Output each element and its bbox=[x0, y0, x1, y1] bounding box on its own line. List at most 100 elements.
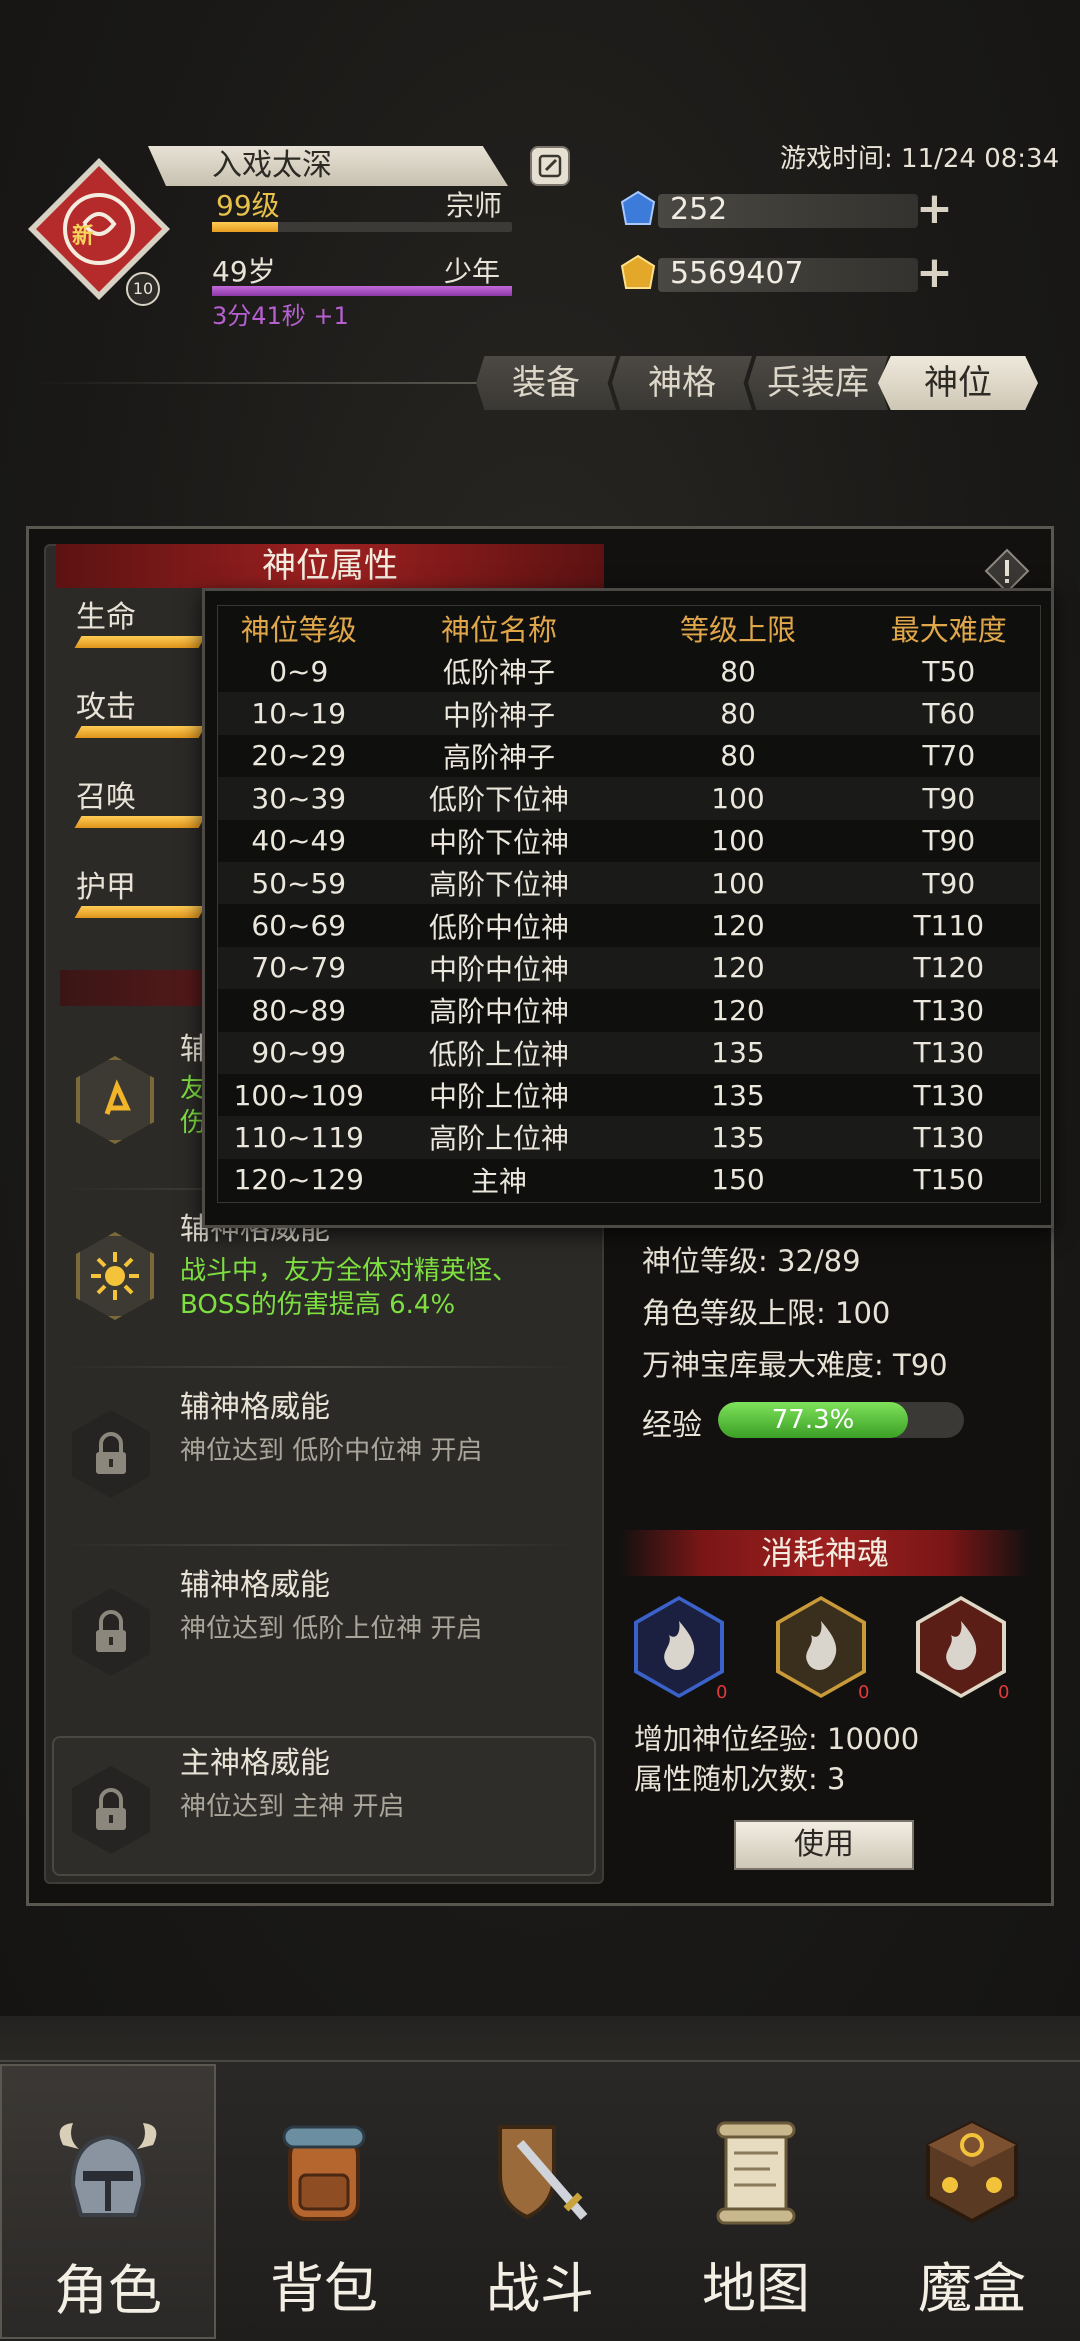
flame-soul-icon bbox=[664, 1621, 695, 1670]
cell: 主神 bbox=[470, 1164, 527, 1198]
row-divider bbox=[60, 1544, 580, 1546]
cell: T50 bbox=[922, 654, 976, 688]
cell: 120 bbox=[711, 909, 765, 943]
nav-map-label: 地图 bbox=[702, 2257, 810, 2320]
cell: 120~129 bbox=[233, 1163, 364, 1197]
cell: 100 bbox=[711, 824, 765, 858]
table-row: 100~109 中阶上位神 135 T130 bbox=[218, 1074, 1040, 1116]
cell: T150 bbox=[913, 1163, 985, 1197]
tab-godhood[interactable]: 神格 bbox=[612, 356, 752, 410]
table-row: 0~9 低阶神子 80 T50 bbox=[218, 650, 1040, 692]
cell: 80 bbox=[618, 692, 858, 735]
cell: T130 bbox=[913, 1078, 985, 1112]
table-row: 50~59 高阶下位神 100 T90 bbox=[218, 861, 1040, 905]
tab-divine-rank[interactable]: 神位 bbox=[878, 356, 1038, 410]
gem-currency: 252 + bbox=[618, 187, 958, 231]
ability-5-desc: 神位达到 主神 开启 bbox=[180, 1792, 405, 1822]
cell: T110 bbox=[913, 909, 985, 943]
cell: 中阶下位神 bbox=[428, 825, 569, 859]
pencil-icon bbox=[538, 154, 562, 178]
lock-icon bbox=[96, 1788, 126, 1830]
nav-battle[interactable]: 战斗 bbox=[432, 2064, 648, 2339]
ability-4-title: 辅神格威能 bbox=[180, 1568, 330, 1603]
table-row: 20~29 高阶神子 80 T70 bbox=[218, 735, 1040, 777]
divine-level: 神位等级: 32/89 bbox=[642, 1244, 861, 1278]
cell: 30~39 bbox=[218, 777, 380, 820]
cell: 低阶中位神 bbox=[428, 910, 569, 944]
exp-bar: 77.3% bbox=[718, 1402, 964, 1438]
divine-rank-table: 神位等级 神位名称 等级上限 最大难度 0~9 低阶神子 80 T50 10~19 中阶… bbox=[218, 606, 1040, 1201]
cell: T130 bbox=[913, 993, 985, 1027]
gem-amount: 252 bbox=[670, 192, 728, 227]
nav-magic-box[interactable]: 魔盒 bbox=[864, 2064, 1080, 2339]
soul-2-count: 0 bbox=[858, 1682, 870, 1703]
cell: T90 bbox=[857, 861, 1040, 905]
ability-2-desc2: BOSS的伤害提高 6.4% bbox=[180, 1290, 456, 1320]
cell: 高阶下位神 bbox=[379, 861, 619, 905]
edit-name-button[interactable] bbox=[530, 146, 570, 186]
cell: 低阶上位神 bbox=[379, 1031, 619, 1074]
nav-map[interactable]: 地图 bbox=[648, 2064, 864, 2339]
cell: 100 bbox=[618, 777, 858, 820]
magic-cube-icon bbox=[926, 2120, 1018, 2224]
stat-summon-bar bbox=[74, 816, 206, 828]
exp-value: 77.3% bbox=[718, 1402, 909, 1438]
cell: 高阶上位神 bbox=[379, 1116, 619, 1159]
tab-equipment[interactable]: 装备 bbox=[476, 356, 616, 410]
sun-icon bbox=[91, 1252, 139, 1300]
cell: 80 bbox=[720, 654, 756, 688]
cell: 80~89 bbox=[251, 993, 347, 1027]
table-row: 10~19 中阶神子 80 T60 bbox=[218, 692, 1040, 735]
stat-armor-label: 护甲 bbox=[76, 870, 136, 905]
divine-attributes-title: 神位属性 bbox=[56, 544, 604, 588]
cell: T120 bbox=[857, 946, 1040, 990]
ability-2-desc: 战斗中，友方全体对精英怪、 bbox=[180, 1256, 519, 1286]
player-age: 49岁 bbox=[212, 255, 276, 288]
cell: T130 bbox=[857, 1116, 1040, 1159]
cell: 100 bbox=[618, 861, 858, 905]
table-row: 120~129 主神 150 T150 bbox=[218, 1159, 1040, 1201]
nav-character[interactable]: 角色 bbox=[0, 2064, 216, 2339]
cell: 中阶中位神 bbox=[379, 946, 619, 990]
cell: 100~109 bbox=[233, 1078, 364, 1112]
blue-gem-icon bbox=[620, 190, 656, 225]
exp-label: 经验 bbox=[642, 1408, 702, 1443]
row-divider bbox=[60, 1366, 580, 1368]
age-progress-bar bbox=[212, 286, 512, 296]
cell: 120 bbox=[618, 946, 858, 990]
gain-exp-text: 增加神位经验: 10000 bbox=[634, 1722, 920, 1756]
table-row: 70~79 中阶中位神 120 T120 bbox=[218, 946, 1040, 990]
player-name: 入戏太深 bbox=[148, 146, 508, 186]
table-row: 110~119 高阶上位神 135 T130 bbox=[218, 1116, 1040, 1159]
stat-armor-bar bbox=[74, 906, 206, 918]
add-gems-button[interactable]: + bbox=[916, 187, 953, 231]
use-button[interactable]: 使用 bbox=[734, 1820, 914, 1870]
cell: 40~49 bbox=[251, 824, 347, 858]
cell: 120 bbox=[711, 993, 765, 1027]
add-gold-button[interactable]: + bbox=[916, 251, 953, 295]
vault-max-difficulty: 万神宝库最大难度: T90 bbox=[642, 1348, 948, 1382]
cell: 90~99 bbox=[218, 1031, 380, 1074]
header-max-difficulty: 最大难度 bbox=[890, 613, 1007, 647]
stat-attack-bar bbox=[74, 726, 206, 738]
cell: 80 bbox=[720, 739, 756, 773]
rune-icon bbox=[104, 1079, 131, 1115]
nav-backpack[interactable]: 背包 bbox=[216, 2064, 432, 2339]
cell: 高阶中位神 bbox=[428, 995, 569, 1029]
cell: 0~9 bbox=[269, 654, 329, 688]
gold-amount: 5569407 bbox=[670, 256, 804, 291]
cell: T90 bbox=[857, 777, 1040, 820]
lock-icon bbox=[96, 1610, 126, 1652]
tab-armory[interactable]: 兵装库 bbox=[748, 356, 888, 410]
player-rank: 宗师 bbox=[446, 189, 503, 222]
ability-4-desc: 神位达到 低阶上位神 开启 bbox=[180, 1614, 483, 1644]
header-divine-level: 神位等级 bbox=[240, 613, 357, 647]
cell: 20~29 bbox=[251, 739, 347, 773]
nav-character-label: 角色 bbox=[54, 2259, 162, 2322]
char-level-cap: 角色等级上限: 100 bbox=[642, 1296, 891, 1330]
nav-battle-label: 战斗 bbox=[486, 2257, 594, 2320]
sword-shield-icon bbox=[498, 2125, 588, 2220]
header-level-cap: 等级上限 bbox=[680, 613, 797, 647]
nav-backpack-label: 背包 bbox=[270, 2257, 378, 2320]
ability-3-desc: 神位达到 低阶中位神 开启 bbox=[180, 1436, 483, 1466]
